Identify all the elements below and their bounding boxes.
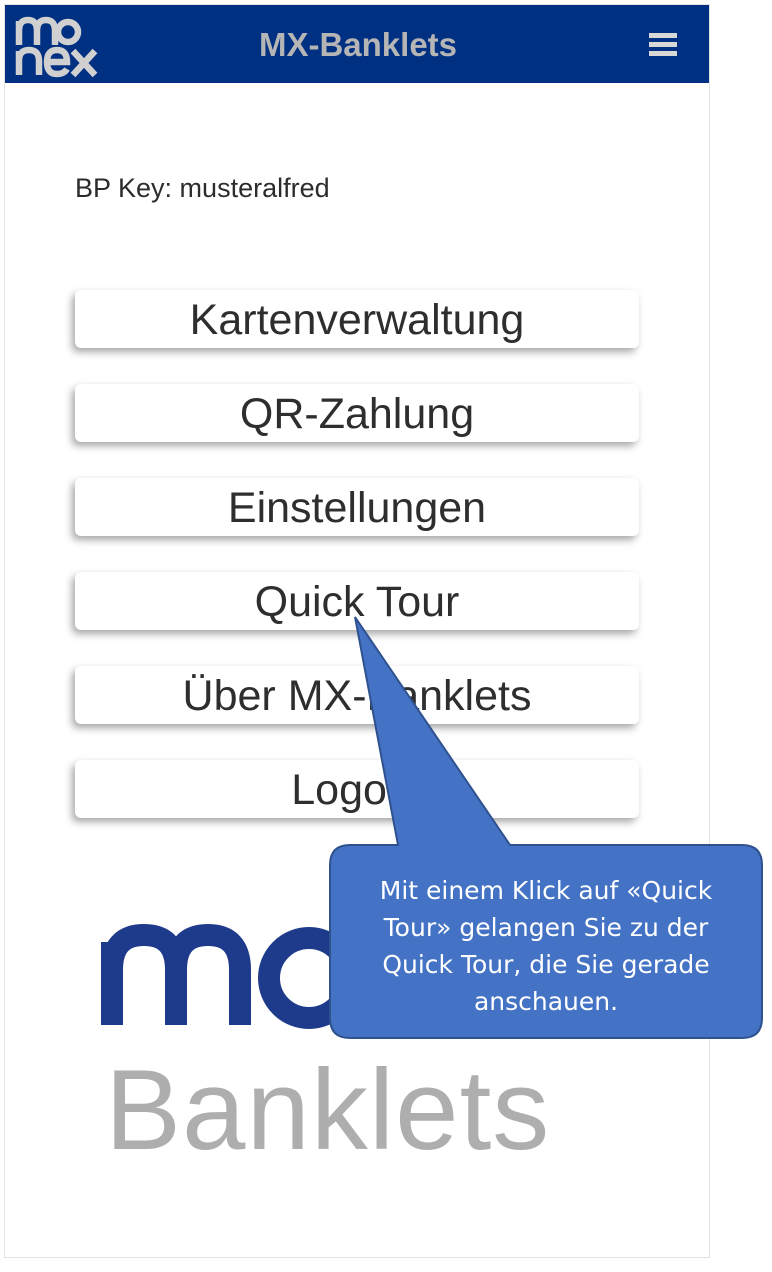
hamburger-menu-icon[interactable] xyxy=(649,33,679,57)
app-title: MX-Banklets xyxy=(258,26,458,63)
menu-button-quick-tour[interactable]: Quick Tour xyxy=(75,572,639,630)
menu-button-ueber[interactable]: Über MX-Banklets xyxy=(75,666,639,724)
menu-button-logout[interactable]: Logout xyxy=(75,760,639,818)
bp-key-label: BP Key: musteralfred xyxy=(75,173,330,203)
menu-button-qr-zahlung[interactable]: QR-Zahlung xyxy=(75,384,639,442)
callout-line: Tour» gelangen Sie zu der xyxy=(383,913,709,942)
callout-line: Mit einem Klick auf «Quick xyxy=(379,876,713,905)
callout-line: anschauen. xyxy=(473,987,619,1016)
menu-button-kartenverwaltung[interactable]: Kartenverwaltung xyxy=(75,290,639,348)
menu-button-einstellungen[interactable]: Einstellungen xyxy=(75,478,639,536)
callout-line: Quick Tour, die Sie gerade xyxy=(382,950,710,979)
callout-text: Mit einem Klick auf «Quick Tour» gelange… xyxy=(334,872,758,1020)
app-header: MX-Banklets xyxy=(5,5,709,83)
app-screen: MX-Banklets BP Key: musteralfred Kartenv… xyxy=(4,4,710,1258)
banklets-wordmark: Banklets xyxy=(105,1047,551,1174)
